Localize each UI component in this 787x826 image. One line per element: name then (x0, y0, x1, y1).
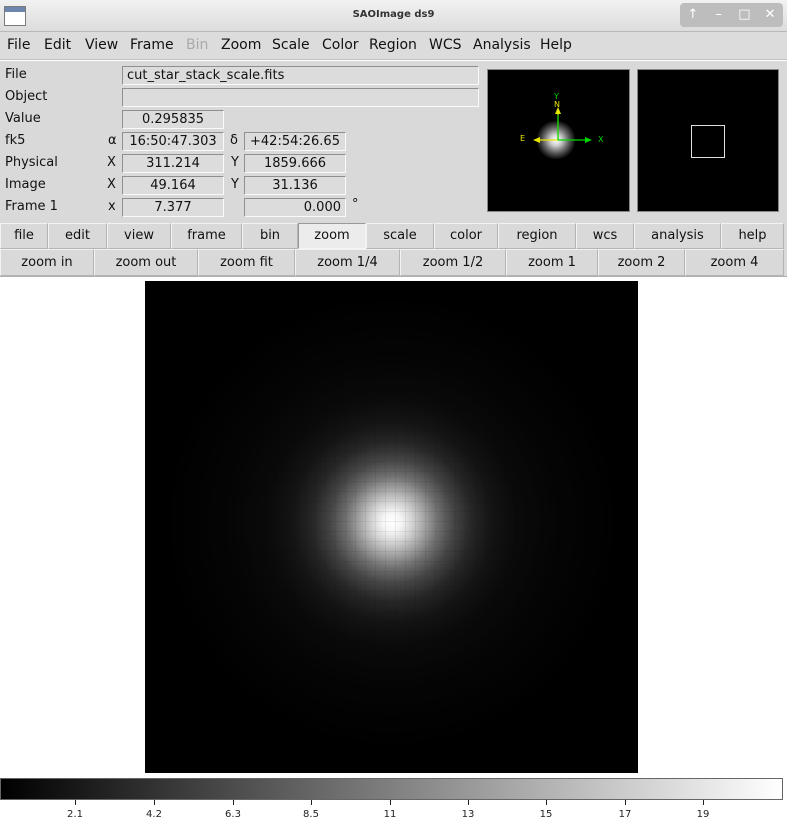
button-bar-main: file edit view frame bin zoom scale colo… (0, 223, 787, 249)
btn-zoom-fit[interactable]: zoom fit (198, 249, 295, 276)
close-icon[interactable]: ✕ (760, 5, 780, 25)
btn-zoom[interactable]: zoom (298, 223, 366, 249)
zoom-factor-field: 7.377 (122, 198, 224, 217)
colorbar-tick (468, 800, 469, 805)
btn-help[interactable]: help (721, 223, 784, 249)
pixel-value-field: 0.295835 (122, 110, 224, 129)
btn-zoom-half[interactable]: zoom 1/2 (400, 249, 506, 276)
colorbar-tick (546, 800, 547, 805)
menu-view[interactable]: View (85, 37, 118, 53)
wcs-ra-field: 16:50:47.303 (122, 132, 224, 151)
btn-bin[interactable]: bin (242, 223, 298, 249)
btn-edit[interactable]: edit (48, 223, 107, 249)
magnifier-cursor-box (691, 125, 725, 158)
btn-zoom-2[interactable]: zoom 2 (598, 249, 685, 276)
colorbar-tick (233, 800, 234, 805)
menu-frame[interactable]: Frame (130, 37, 174, 53)
object-label: Object (5, 89, 48, 104)
menu-region[interactable]: Region (369, 37, 417, 53)
image-label: Image (5, 177, 46, 192)
colorbar-label: 2.1 (67, 809, 83, 820)
btn-zoom-out[interactable]: zoom out (94, 249, 198, 276)
menu-bar: File Edit View Frame Bin Zoom Scale Colo… (0, 32, 787, 60)
btn-scale[interactable]: scale (366, 223, 434, 249)
image-x-field: 49.164 (122, 176, 224, 195)
colorbar-label: 17 (618, 809, 632, 820)
rotation-angle-field: 0.000 (244, 198, 346, 217)
wcs-system-label: fk5 (5, 133, 26, 148)
physical-x-field: 311.214 (122, 154, 224, 173)
frame-label: Frame 1 (5, 199, 58, 214)
menu-file[interactable]: File (7, 37, 30, 53)
btn-wcs[interactable]: wcs (576, 223, 634, 249)
colorbar-tick (625, 800, 626, 805)
compass-east-label: E (520, 134, 526, 143)
btn-zoom-1[interactable]: zoom 1 (506, 249, 598, 276)
colorbar[interactable] (0, 778, 783, 800)
minimize-icon[interactable]: – (709, 5, 729, 25)
magnifier-view (637, 69, 779, 212)
btn-region[interactable]: region (498, 223, 576, 249)
physical-y-symbol: Y (231, 155, 239, 170)
title-bar: SAOImage ds9 ↑ – □ ✕ (0, 0, 787, 32)
btn-analysis[interactable]: analysis (634, 223, 721, 249)
panner-view[interactable]: N E X Y (487, 69, 630, 212)
physical-x-symbol: X (107, 155, 116, 170)
menu-wcs[interactable]: WCS (429, 37, 462, 53)
image-x-symbol: X (107, 177, 116, 192)
colorbar-tick (311, 800, 312, 805)
colorbar-tick (75, 800, 76, 805)
file-label: File (5, 67, 27, 82)
alpha-symbol: α (108, 133, 117, 148)
menu-analysis[interactable]: Analysis (473, 37, 531, 53)
colorbar-tick (154, 800, 155, 805)
window-title: SAOImage ds9 (352, 9, 435, 20)
colorbar-scale: 2.1 4.2 6.3 8.5 11 13 15 17 19 (0, 800, 787, 826)
colorbar-label: 4.2 (146, 809, 162, 820)
btn-zoom-in[interactable]: zoom in (0, 249, 94, 276)
btn-color[interactable]: color (434, 223, 498, 249)
colorbar-label: 8.5 (303, 809, 319, 820)
axis-y-label: Y (554, 92, 559, 101)
btn-zoom-quarter[interactable]: zoom 1/4 (295, 249, 400, 276)
pixel-grid (145, 281, 638, 773)
wcs-dec-field: +42:54:26.65 (244, 132, 346, 151)
compass-north-label: N (554, 100, 560, 109)
btn-file[interactable]: file (0, 223, 48, 249)
colorbar-label: 19 (696, 809, 710, 820)
button-bar-zoom: zoom in zoom out zoom fit zoom 1/4 zoom … (0, 249, 787, 277)
menu-color[interactable]: Color (322, 37, 359, 53)
physical-y-field: 1859.666 (244, 154, 346, 173)
degree-symbol: ° (352, 197, 359, 212)
menu-scale[interactable]: Scale (272, 37, 310, 53)
value-label: Value (5, 111, 41, 126)
physical-label: Physical (5, 155, 58, 170)
btn-view[interactable]: view (107, 223, 171, 249)
menu-bin: Bin (186, 37, 209, 53)
btn-zoom-4[interactable]: zoom 4 (685, 249, 784, 276)
axis-x-label: X (598, 135, 604, 144)
colorbar-label: 11 (383, 809, 397, 820)
fits-image-frame[interactable] (145, 281, 638, 773)
window-controls: ↑ – □ ✕ (680, 3, 783, 27)
maximize-icon[interactable]: □ (734, 5, 754, 25)
colorbar-label: 15 (539, 809, 553, 820)
btn-frame[interactable]: frame (171, 223, 242, 249)
colorbar-tick (390, 800, 391, 805)
menu-edit[interactable]: Edit (44, 37, 71, 53)
menu-help[interactable]: Help (540, 37, 572, 53)
colorbar-tick (703, 800, 704, 805)
menu-zoom[interactable]: Zoom (221, 37, 261, 53)
image-y-symbol: Y (231, 177, 239, 192)
colorbar-label: 6.3 (225, 809, 241, 820)
delta-symbol: δ (230, 133, 238, 148)
frame-x-symbol: x (108, 199, 116, 214)
image-y-field: 31.136 (244, 176, 346, 195)
keep-above-icon[interactable]: ↑ (683, 5, 703, 25)
file-name-field: cut_star_stack_scale.fits (122, 66, 479, 85)
colorbar-label: 13 (461, 809, 475, 820)
object-field (122, 88, 479, 107)
